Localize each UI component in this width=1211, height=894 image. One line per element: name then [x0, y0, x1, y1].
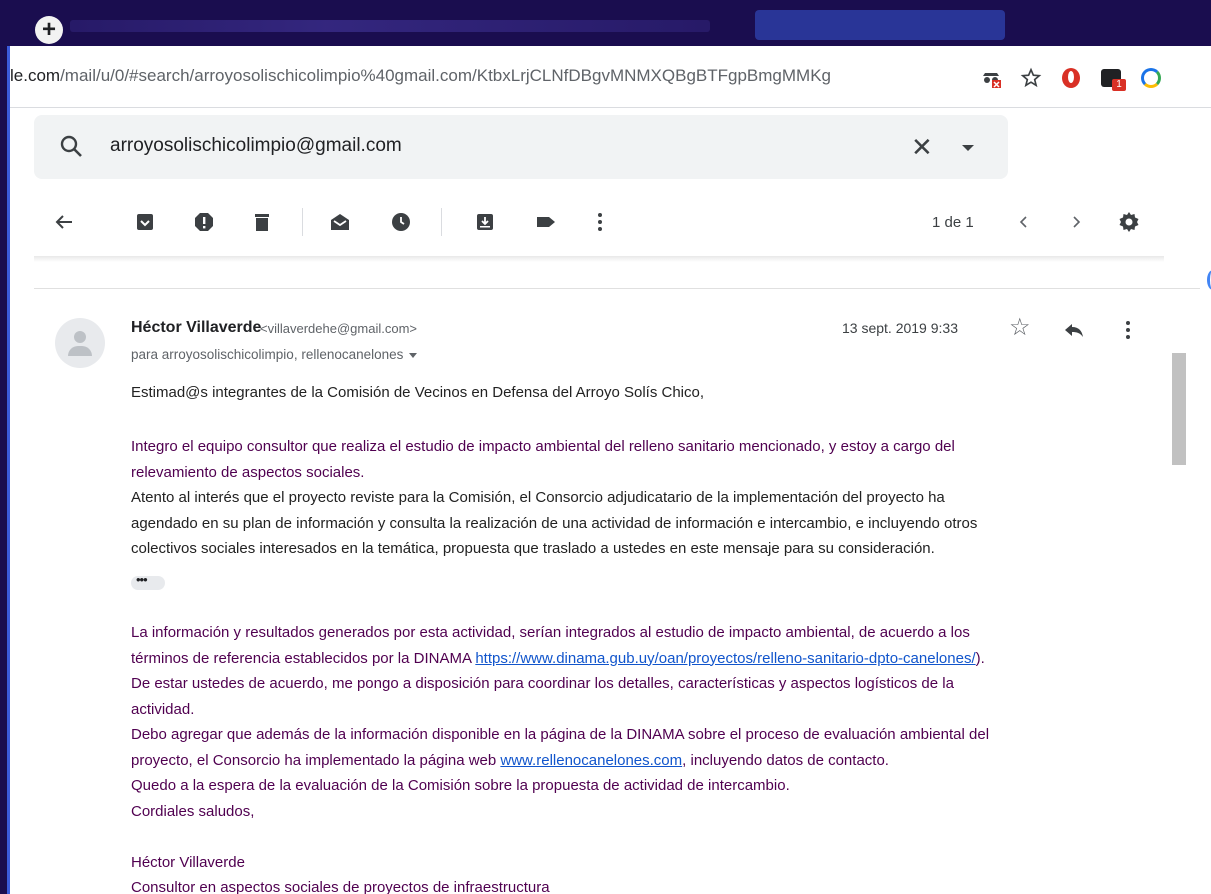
more-options-vertical-icon[interactable]: [588, 210, 612, 234]
toolbar-divider: [441, 208, 442, 236]
email-paragraph: Integro el equipo consultor que realiza …: [131, 434, 1131, 562]
pagination-count: 1 de 1: [932, 214, 974, 231]
url-field[interactable]: le.com/mail/u/0/#search/arroyosolischico…: [10, 66, 940, 96]
email-line: Integro el equipo consultor que realiza …: [131, 438, 955, 455]
signature-name: Héctor Villaverde: [131, 853, 245, 871]
recipients-chevron-down-icon[interactable]: [409, 352, 418, 358]
email-line: Quedo a la espera de la evaluación de la…: [131, 777, 790, 794]
tab-strip: +: [0, 0, 1211, 46]
sender-email: <villaverdehe@gmail.com>: [260, 321, 417, 336]
snooze-clock-icon[interactable]: [389, 210, 413, 234]
url-host: le.com: [10, 66, 61, 85]
email-line: [131, 824, 1131, 850]
extension-icon[interactable]: 1: [1100, 67, 1126, 91]
toolbar-divider: [302, 208, 303, 236]
email-text: ).: [975, 649, 985, 667]
search-bar[interactable]: arroyosolischicolimpio@gmail.com ✕: [34, 115, 1008, 179]
archive-icon[interactable]: [133, 210, 157, 234]
message-more-icon[interactable]: [1120, 318, 1136, 342]
email-line: De estar ustedes de acuerdo, me pongo a …: [131, 675, 954, 692]
avatar-person-icon: [74, 331, 86, 343]
newer-chevron-left-icon[interactable]: [1012, 210, 1036, 234]
email-greeting: Estimad@s integrantes de la Comisión de …: [131, 384, 705, 401]
search-icon[interactable]: [58, 133, 86, 161]
older-chevron-right-icon[interactable]: [1064, 210, 1088, 234]
url-path: /mail/u/0/#search/arroyosolischicolimpio…: [60, 66, 831, 85]
email-line: Cordiales saludos,: [131, 802, 255, 820]
email-line: actividad.: [131, 700, 195, 718]
thread-divider: [34, 288, 1200, 289]
signature-title: Consultor en aspectos sociales de proyec…: [131, 879, 550, 894]
sender-name[interactable]: Héctor Villaverde: [131, 319, 261, 337]
email-line: Atento al interés que el proyecto revist…: [131, 489, 945, 506]
mark-unread-icon[interactable]: [328, 210, 352, 234]
back-arrow-icon[interactable]: [52, 210, 76, 234]
clear-search-icon[interactable]: ✕: [911, 134, 933, 160]
incognito-translate-icon[interactable]: [980, 67, 1002, 89]
email-text: términos de referencia establecidos por …: [131, 649, 476, 667]
browser-window: + le.com/mail/u/0/#search/arroyosolischi…: [0, 0, 1211, 894]
email-paragraph: La información y resultados generados po…: [131, 620, 1131, 894]
avatar[interactable]: [55, 318, 105, 368]
show-trimmed-content-button[interactable]: [131, 572, 165, 590]
recipients-text: para arroyosolischicolimpio, rellenocane…: [131, 347, 404, 362]
move-to-inbox-icon[interactable]: [473, 210, 497, 234]
report-spam-icon[interactable]: [192, 210, 216, 234]
address-bar: le.com/mail/u/0/#search/arroyosolischico…: [10, 46, 1211, 108]
toolbar-shadow: [34, 256, 1164, 262]
avatar-person-body: [68, 346, 92, 356]
recipients-toggle[interactable]: para arroyosolischicolimpio, rellenocane…: [131, 347, 418, 362]
active-tab-blurred[interactable]: [755, 10, 1005, 40]
message-date: 13 sept. 2019 9:33: [842, 320, 958, 336]
side-panel-edge: [1207, 270, 1211, 290]
bookmark-star-icon[interactable]: [1020, 67, 1042, 89]
window-border: [7, 46, 10, 894]
search-options-chevron-down-icon[interactable]: [962, 145, 974, 151]
rellenocanelones-link[interactable]: www.rellenocanelones.com: [500, 752, 682, 769]
adblock-icon[interactable]: [1060, 67, 1082, 89]
email-text: proyecto, el Consorcio ha implementado l…: [131, 751, 501, 769]
email-line: términos de referencia establecidos por …: [131, 646, 1131, 672]
message-toolbar: 1 de 1: [34, 200, 1164, 250]
email-line: colectivos sociales interesados en la te…: [131, 540, 935, 557]
search-input[interactable]: arroyosolischicolimpio@gmail.com: [110, 135, 402, 157]
settings-gear-icon[interactable]: [1117, 210, 1141, 234]
email-line: relevamiento de aspectos sociales.: [131, 463, 365, 481]
sync-ring: [1141, 68, 1161, 88]
browser-action-icons: 1: [980, 62, 1162, 94]
new-tab-button[interactable]: +: [35, 16, 63, 44]
adblock-shape: [1062, 68, 1080, 88]
tab-title-blurred[interactable]: [70, 20, 710, 32]
reply-icon[interactable]: [1062, 318, 1086, 342]
window-left-edge: [0, 0, 10, 894]
email-text: , incluyendo datos de contacto.: [682, 751, 889, 769]
email-line: Debo agregar que además de la informació…: [131, 726, 990, 743]
label-tag-icon[interactable]: [534, 210, 558, 234]
email-line: agendado en su plan de información y con…: [131, 514, 978, 532]
chrome-sync-icon[interactable]: [1140, 67, 1162, 89]
extension-badge: 1: [1112, 79, 1126, 91]
star-icon[interactable]: ☆: [1009, 316, 1031, 340]
email-line: proyecto, el Consorcio ha implementado l…: [131, 748, 1131, 774]
dinama-link[interactable]: https://www.dinama.gub.uy/oan/proyectos/…: [475, 650, 975, 667]
email-line: La información y resultados generados po…: [131, 624, 970, 641]
scrollbar-thumb[interactable]: [1172, 353, 1186, 465]
delete-trash-icon[interactable]: [250, 210, 274, 234]
